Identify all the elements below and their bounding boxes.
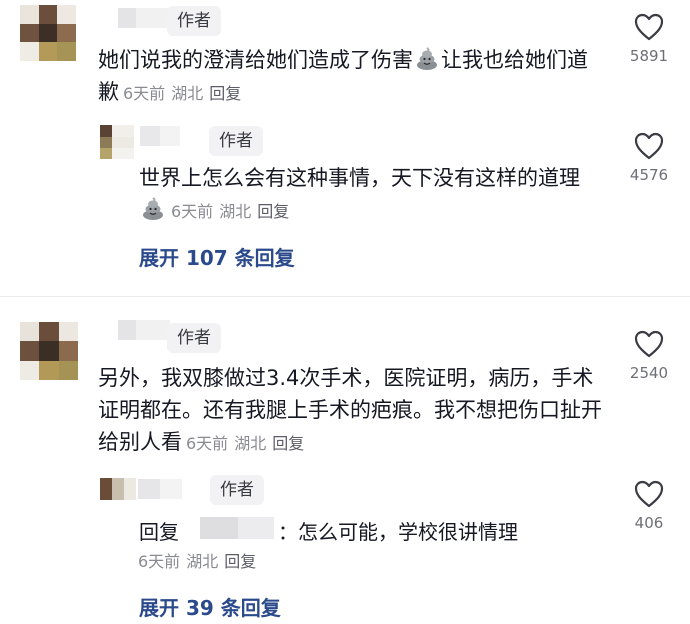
author-tag: 作者: [167, 323, 221, 353]
comment-meta: 6天前 湖北 回复: [186, 434, 310, 453]
reply-body: 世界上怎么会有这种事情，天下没有这样的道理 6天前 湖北 回复: [139, 162, 599, 228]
comment-time: 6天前: [186, 434, 229, 453]
comment-text: 她们说我的澄清给她们造成了伤害: [98, 48, 413, 72]
author-tag: 作者: [209, 126, 263, 156]
reply-to-username-blurred[interactable]: [200, 517, 274, 539]
reply-location: 湖北: [186, 552, 219, 571]
comment-location: 湖北: [171, 84, 204, 103]
comment-text: 另外，我双膝做过3.4次手术，医院证明，病历，手术证明都在。还有我腿上手术的疤痕…: [98, 366, 602, 454]
heart-outline-icon: [634, 480, 664, 508]
like-button[interactable]: 2540: [617, 330, 681, 382]
reply-button[interactable]: 回复: [209, 84, 241, 103]
username-blurred[interactable]: [118, 320, 170, 340]
avatar[interactable]: [20, 322, 78, 380]
heart-outline-icon: [634, 132, 664, 160]
author-tag: 作者: [167, 6, 221, 36]
expand-replies-button[interactable]: 展开 107 条回复: [139, 242, 295, 271]
poop-emoji-icon: [415, 47, 439, 71]
like-count: 5891: [629, 47, 669, 65]
reply-button[interactable]: 回复: [272, 434, 304, 453]
like-count: 406: [634, 514, 664, 532]
reply-avatar[interactable]: [100, 478, 136, 500]
reply-button[interactable]: 回复: [224, 552, 256, 571]
reply-button[interactable]: 回复: [257, 202, 289, 221]
reply-meta: 6天前 湖北 回复: [138, 548, 262, 572]
reply-to-label: 回复: [139, 520, 179, 544]
reply-avatar[interactable]: [100, 125, 134, 159]
like-button[interactable]: 5891: [617, 13, 681, 65]
comment-location: 湖北: [234, 434, 267, 453]
author-tag: 作者: [210, 475, 264, 505]
username-blurred[interactable]: [118, 8, 170, 28]
like-button[interactable]: 4576: [617, 132, 681, 184]
reply-location: 湖北: [219, 202, 252, 221]
reply-time: 6天前: [138, 552, 181, 571]
heart-outline-icon: [634, 330, 664, 358]
comment-body: 她们说我的澄清给她们造成了伤害 让我也给她们道歉 6天前 湖北 回复: [98, 44, 608, 110]
reply-username-blurred[interactable]: [138, 479, 182, 499]
expand-replies-button[interactable]: 展开 39 条回复: [139, 592, 281, 621]
comment-divider: [0, 296, 690, 297]
reply-text: 世界上怎么会有这种事情，天下没有这样的道理: [139, 166, 580, 190]
poop-emoji-icon: [141, 197, 165, 221]
reply-username-blurred[interactable]: [140, 126, 180, 146]
reply-meta: 6天前 湖北 回复: [171, 202, 295, 221]
reply-time: 6天前: [171, 202, 214, 221]
reply-text: ：怎么可能，学校很讲情理: [278, 520, 518, 544]
avatar[interactable]: [20, 5, 76, 61]
like-count: 2540: [629, 364, 669, 382]
heart-outline-icon: [634, 13, 664, 41]
comment-body: 另外，我双膝做过3.4次手术，医院证明，病历，手术证明都在。还有我腿上手术的疤痕…: [98, 362, 603, 460]
like-count: 4576: [629, 166, 669, 184]
comment-time: 6天前: [123, 84, 166, 103]
comment-meta: 6天前 湖北 回复: [123, 84, 247, 103]
like-button[interactable]: 406: [617, 480, 681, 532]
